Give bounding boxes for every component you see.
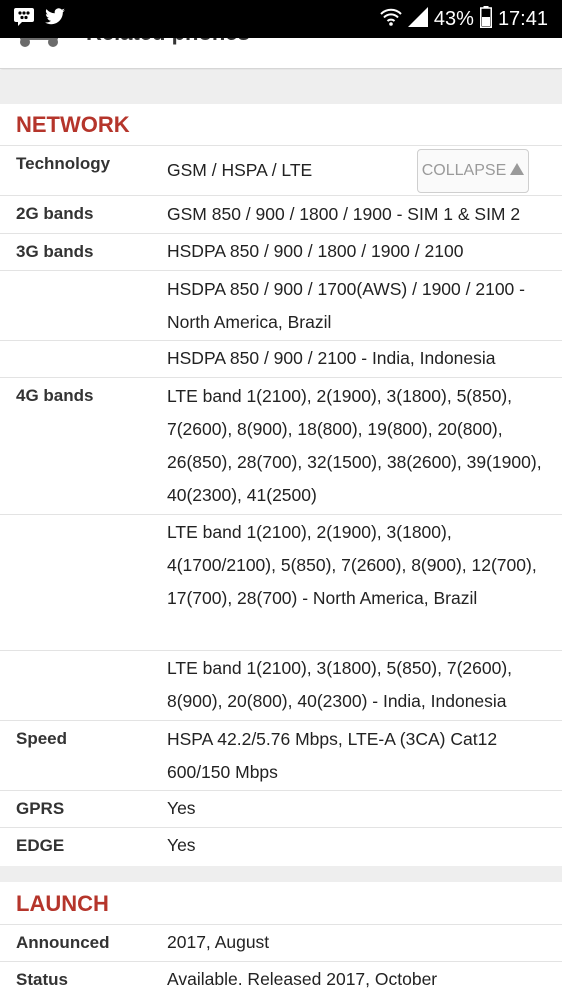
spec-row-3g-bands-india: HSDPA 850 / 900 / 2100 - India, Indonesi… — [0, 340, 562, 378]
spec-label: Announced — [16, 933, 110, 952]
spec-row-3g-bands-na: HSDPA 850 / 900 / 1700(AWS) / 1900 / 210… — [0, 270, 562, 341]
spec-value: LTE band 1(2100), 2(1900), 3(1800), 5(85… — [167, 386, 542, 505]
system-icons: 43% 17:41 — [380, 6, 548, 33]
wifi-icon — [380, 7, 402, 32]
spec-label: 4G bands — [16, 386, 94, 405]
spec-value: Available. Released 2017, October — [167, 969, 438, 989]
related-phones-label: Related phones — [86, 38, 250, 46]
spec-row-4g-bands-india: LTE band 1(2100), 3(1800), 5(850), 7(260… — [0, 650, 562, 721]
spec-value: Yes — [167, 835, 196, 855]
network-title: NETWORK — [16, 112, 130, 137]
spec-row-technology: Technology GSM / HSPA / LTE — [0, 145, 562, 196]
twitter-icon — [44, 8, 66, 31]
spec-value: GSM / HSPA / LTE — [167, 160, 313, 180]
bbm-icon — [14, 8, 34, 31]
spec-row-gprs: GPRS Yes — [0, 790, 562, 828]
section-gap — [0, 866, 562, 882]
spec-value: HSDPA 850 / 900 / 1700(AWS) / 1900 / 210… — [167, 279, 525, 332]
spec-row-speed: Speed HSPA 42.2/5.76 Mbps, LTE-A (3CA) C… — [0, 720, 562, 791]
signal-icon — [407, 7, 428, 32]
spec-label: EDGE — [16, 836, 65, 855]
spec-label: 2G bands — [16, 204, 94, 223]
spec-value: GSM 850 / 900 / 1800 / 1900 - SIM 1 & SI… — [167, 204, 521, 224]
spec-value: 2017, August — [167, 932, 270, 952]
spec-value: LTE band 1(2100), 2(1900), 3(1800), 4(17… — [167, 522, 537, 608]
spec-row-announced: Announced 2017, August — [0, 924, 562, 962]
related-phones-card[interactable]: Related phones — [0, 38, 562, 69]
spec-value: HSDPA 850 / 900 / 1800 / 1900 / 2100 — [167, 241, 464, 261]
spec-row-3g-bands: 3G bands HSDPA 850 / 900 / 1800 / 1900 /… — [0, 233, 562, 271]
spec-value: HSPA 42.2/5.76 Mbps, LTE-A (3CA) Cat12 6… — [167, 729, 498, 782]
spec-row-4g-bands: 4G bands LTE band 1(2100), 2(1900), 3(18… — [0, 377, 562, 515]
spec-row-status: Status Available. Released 2017, October — [0, 961, 562, 1000]
spec-row-4g-bands-na: LTE band 1(2100), 2(1900), 3(1800), 4(17… — [0, 514, 562, 651]
spec-label: GPRS — [16, 799, 65, 818]
spec-row-2g-bands: 2G bands GSM 850 / 900 / 1800 / 1900 - S… — [0, 195, 562, 234]
clock: 17:41 — [497, 8, 548, 30]
battery-percent: 43% — [433, 8, 474, 30]
spec-label: Technology — [16, 154, 111, 173]
spec-label: Status — [16, 970, 68, 989]
notification-icons — [14, 8, 66, 31]
launch-title: LAUNCH — [16, 891, 109, 916]
section-gap — [0, 70, 562, 104]
spec-label: 3G bands — [16, 242, 94, 261]
spec-row-edge: EDGE Yes — [0, 827, 562, 866]
spec-value: LTE band 1(2100), 3(1800), 5(850), 7(260… — [167, 658, 513, 711]
spec-label: Speed — [16, 729, 68, 748]
related-phones-icon — [20, 38, 58, 55]
battery-icon — [479, 6, 492, 33]
status-bar: 43% 17:41 — [0, 0, 562, 38]
spec-value: Yes — [167, 798, 196, 818]
spec-value: HSDPA 850 / 900 / 2100 - India, Indonesi… — [167, 348, 496, 368]
